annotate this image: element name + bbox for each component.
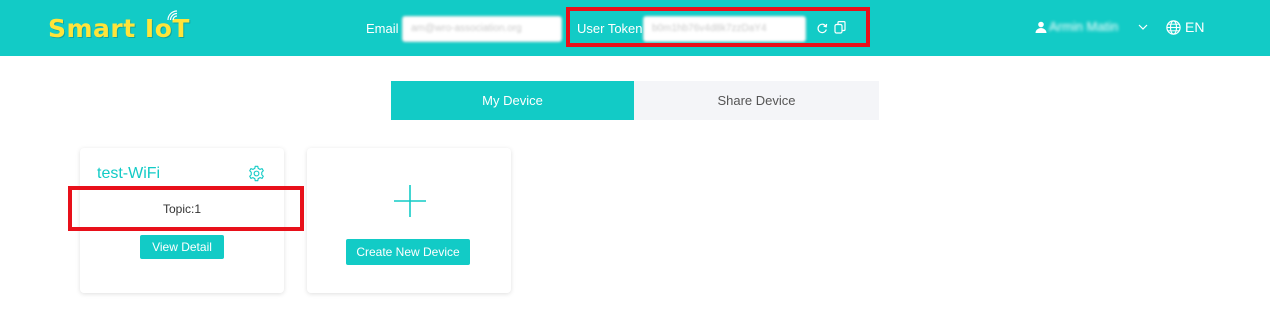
user-name[interactable]: Armin Matin — [1049, 19, 1118, 34]
plus-icon[interactable] — [393, 184, 427, 218]
topic-highlight-box — [68, 186, 304, 231]
token-highlight-box — [566, 7, 870, 47]
top-header: Smart IoT Email am@wro-association.org U… — [0, 0, 1270, 56]
view-detail-button[interactable]: View Detail — [140, 235, 224, 259]
logo: Smart IoT — [48, 10, 190, 46]
user-icon[interactable] — [1035, 21, 1047, 33]
tab-my-device[interactable]: My Device — [391, 81, 634, 120]
create-new-device-button[interactable]: Create New Device — [346, 239, 470, 265]
wifi-icon — [167, 10, 178, 21]
chevron-down-icon[interactable] — [1138, 23, 1148, 31]
create-device-card[interactable]: Create New Device — [307, 148, 511, 293]
device-tabs: My Device Share Device — [391, 81, 879, 120]
gear-icon[interactable] — [248, 165, 265, 182]
device-name: test-WiFi — [97, 165, 161, 182]
email-label: Email — [366, 21, 399, 36]
email-field[interactable]: am@wro-association.org — [402, 16, 562, 42]
globe-icon[interactable] — [1166, 20, 1181, 35]
tab-share-device[interactable]: Share Device — [634, 81, 879, 120]
language-selector[interactable]: EN — [1185, 19, 1204, 35]
